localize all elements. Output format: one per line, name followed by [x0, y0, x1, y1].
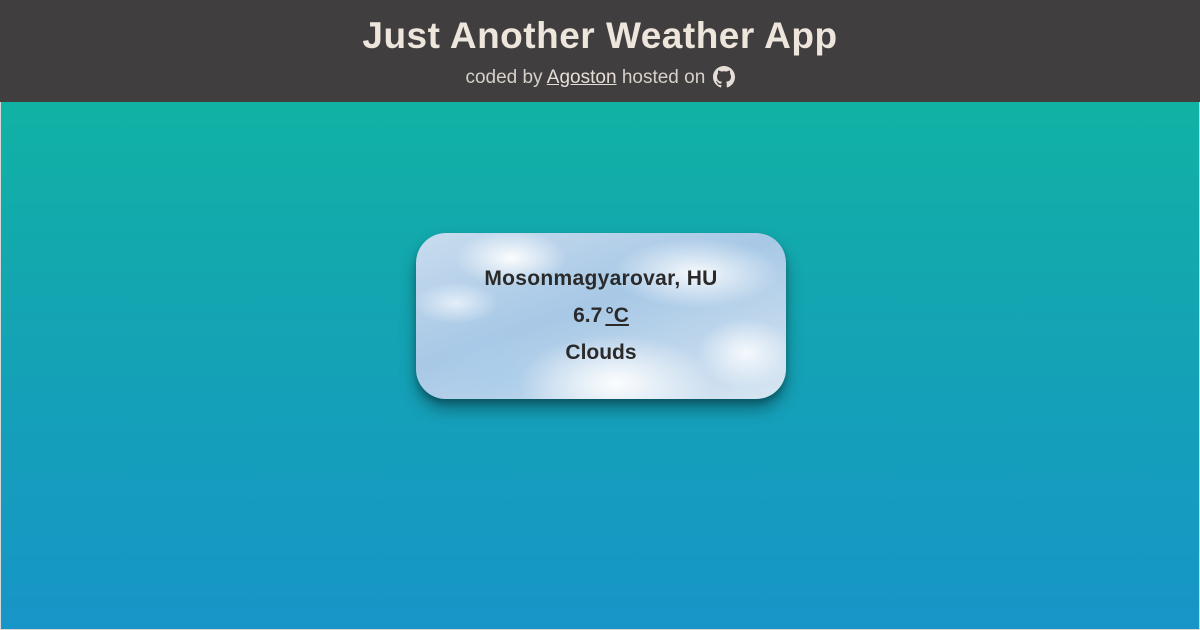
- weather-card-body: Mosonmagyarovar, HU 6.7 °C Clouds: [416, 233, 786, 366]
- unit-toggle[interactable]: °C: [605, 304, 629, 327]
- temperature-value: 6.7: [573, 304, 603, 327]
- hosted-on-text: hosted on: [621, 67, 706, 88]
- app-header: Just Another Weather App coded by Agosto…: [0, 0, 1200, 102]
- location-label: Mosonmagyarovar, HU: [484, 267, 718, 290]
- app-subtitle: coded by Agoston hosted on: [0, 66, 1200, 90]
- coded-by-text: coded by: [465, 67, 543, 88]
- temperature-row: 6.7 °C: [416, 303, 786, 329]
- weather-card: Mosonmagyarovar, HU 6.7 °C Clouds: [416, 233, 786, 399]
- app-title: Just Another Weather App: [362, 15, 838, 56]
- condition-label: Clouds: [565, 341, 637, 364]
- author-link[interactable]: Agoston: [547, 67, 617, 88]
- github-icon[interactable]: [712, 66, 735, 88]
